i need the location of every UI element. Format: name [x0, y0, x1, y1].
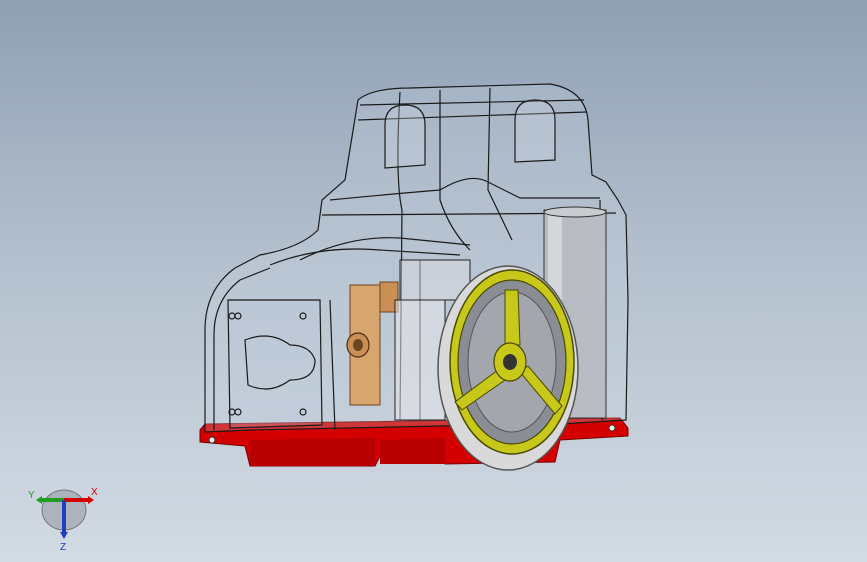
handwheel[interactable] [437, 265, 579, 471]
z-axis-arrowhead [60, 532, 68, 539]
y-axis-arrowhead [36, 496, 42, 504]
cad-graphics-viewport[interactable] [0, 0, 867, 562]
orientation-triad[interactable]: X Y Z [26, 482, 106, 552]
z-axis-label: Z [60, 542, 66, 552]
y-axis-label: Y [28, 490, 35, 501]
x-axis-label: X [91, 487, 98, 498]
